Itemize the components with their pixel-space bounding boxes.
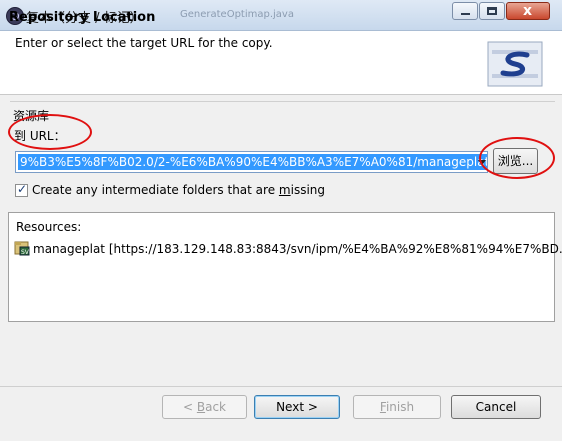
back-button[interactable]: < Back (162, 395, 247, 419)
resources-panel (8, 212, 555, 322)
svn-project-icon: SVN (14, 241, 30, 256)
background-window-title: GenerateOptimap.java (180, 9, 294, 20)
resource-item[interactable]: manageplat [https://183.129.148.83:8843/… (33, 242, 562, 256)
svn-banner-icon (487, 41, 543, 87)
create-folders-checkbox[interactable] (15, 182, 28, 197)
finish-button[interactable]: Finish (353, 395, 441, 419)
cancel-button[interactable]: Cancel (451, 395, 541, 419)
url-combobox[interactable]: 9%B3%E5%8F%B02.0/2-%E6%BA%90%E4%BB%A3%E7… (15, 151, 488, 173)
group-separator (10, 101, 555, 102)
annotation-circle-url (8, 114, 92, 150)
close-icon: x (523, 3, 533, 19)
button-bar-separator (0, 386, 562, 387)
resources-title: Resources: (16, 220, 82, 234)
url-input-value[interactable]: 9%B3%E5%8F%B02.0/2-%E6%BA%90%E4%BB%A3%E7… (18, 154, 487, 170)
page-title: Repository Location (9, 10, 156, 25)
svg-text:SVN: SVN (21, 249, 30, 256)
minimize-button[interactable] (452, 2, 478, 20)
annotation-circle-browse (479, 137, 555, 179)
close-button[interactable]: x (506, 2, 550, 20)
create-folders-label[interactable]: Create any intermediate folders that are… (32, 183, 325, 197)
next-button[interactable]: Next > (254, 395, 340, 419)
minimize-icon (461, 13, 470, 15)
maximize-icon (487, 7, 497, 15)
page-description: Enter or select the target URL for the c… (15, 36, 273, 50)
maximize-button[interactable] (479, 2, 505, 20)
